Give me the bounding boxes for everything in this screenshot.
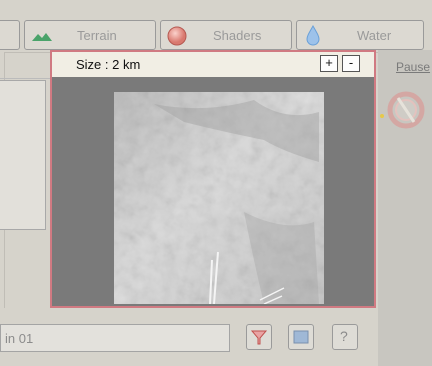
tab-previous[interactable] [0,20,20,50]
tab-shaders[interactable]: Shaders [160,20,292,50]
tab-water-label: Water [357,28,392,43]
pause-link[interactable]: Pause [396,60,430,74]
popup-header: Size : 2 km + - [52,52,374,77]
terrain-name-field[interactable]: in 01 [0,324,230,352]
tab-terrain-label: Terrain [77,28,117,43]
compass-icon[interactable] [384,88,428,132]
app-window: Terrain Shaders Water Pause Size : 2 km … [0,0,432,366]
zoom-out-button[interactable]: - [342,55,360,72]
tab-terrain[interactable]: Terrain [24,20,156,50]
map-size-label: Size : 2 km [76,57,141,72]
tab-strip: Terrain Shaders Water [0,14,432,50]
terrain-heightmap [114,92,324,304]
zoom-in-button[interactable]: + [320,55,338,72]
divider [0,78,50,79]
sphere-icon [167,26,187,46]
water-drop-icon [306,25,320,46]
picture-icon [293,330,309,344]
tab-water[interactable]: Water [296,20,424,50]
filter-button[interactable] [246,324,272,350]
image-button[interactable] [288,324,314,350]
help-icon: ? [340,328,348,344]
filter-icon [250,330,268,345]
help-button[interactable]: ? [332,324,358,350]
tab-shaders-label: Shaders [213,28,262,43]
terrain-icon [32,33,52,41]
map-preview-popup: Size : 2 km + - [50,50,376,308]
left-panel [0,80,46,230]
